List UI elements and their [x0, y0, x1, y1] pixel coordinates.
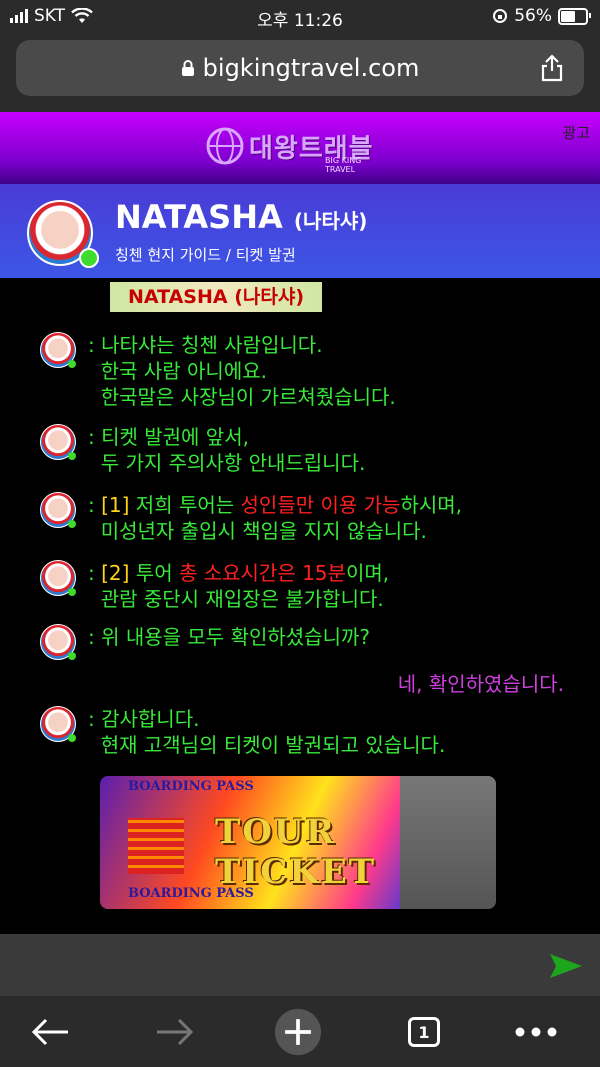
guide-name: NATASHA (나타샤)	[115, 198, 367, 236]
status-bar: SKT 오후 11:26 56%	[0, 0, 600, 34]
user-reply: 네, 확인하였습니다.	[397, 672, 564, 696]
orientation-lock-icon	[493, 9, 508, 23]
message-text: : [2] 투어 총 소요시간은 15분이며, 관람 중단시 재입장은 불가합니…	[88, 561, 390, 611]
tour-ticket-image[interactable]: BOARDING PASS TOUR TICKET BOARDING PASS	[100, 776, 496, 909]
online-status-dot	[68, 652, 76, 660]
logo-subtext: BIG KING TRAVEL	[325, 156, 362, 174]
more-dots-icon	[515, 1027, 557, 1037]
forward-arrow-icon	[157, 1018, 194, 1046]
guide-role: 칭첸 현지 가이드 / 티켓 발권	[115, 246, 296, 264]
message-text: : 나타샤는 칭첸 사람입니다. 한국 사람 아니에요. 한국말은 사장님이 가…	[88, 333, 396, 409]
name-image: NATASHA (나타샤)	[110, 282, 322, 312]
more-button[interactable]	[512, 1008, 560, 1056]
ticket-bottom-label: BOARDING PASS	[128, 886, 254, 901]
globe-icon	[206, 127, 244, 165]
share-icon[interactable]	[540, 54, 564, 82]
address-bar[interactable]: bigkingtravel.com	[16, 40, 584, 96]
back-arrow-icon	[31, 1018, 68, 1046]
ad-banner[interactable]: 대왕트래블 BIG KING TRAVEL 광고	[0, 112, 600, 184]
url-text: bigkingtravel.com	[202, 54, 420, 82]
online-status-dot	[68, 734, 76, 742]
guide-name-en: NATASHA	[115, 198, 283, 236]
lock-icon	[181, 60, 194, 76]
qr-code	[128, 818, 184, 874]
message-text: : 감사합니다. 현재 고객님의 티켓이 발권되고 있습니다.	[88, 707, 446, 757]
new-tab-button[interactable]	[274, 1008, 322, 1056]
ticket-stub	[400, 776, 496, 909]
online-status-dot	[68, 452, 76, 460]
tab-count: 1	[408, 1017, 440, 1047]
ticket-top-label: BOARDING PASS	[128, 779, 254, 794]
ad-label: 광고	[562, 124, 590, 142]
tabs-button[interactable]: 1	[400, 1008, 448, 1056]
online-status-dot	[68, 588, 76, 596]
message-text: : 위 내용을 모두 확인하셨습니까?	[88, 625, 370, 649]
forward-button[interactable]	[151, 1008, 199, 1056]
back-button[interactable]	[26, 1008, 74, 1056]
status-right: 56%	[492, 6, 591, 26]
browser-toolbar: 1	[0, 996, 600, 1067]
message-input-bar[interactable]	[0, 934, 600, 996]
message-text: : 티켓 발권에 앞서, 두 가지 주의사항 안내드립니다.	[88, 425, 366, 475]
online-status-dot	[79, 248, 99, 268]
guide-name-kr: (나타샤)	[293, 209, 368, 233]
message-text: : [1] 저희 투어는 성인들만 이용 가능하시며, 미성년자 출입시 책임을…	[88, 493, 463, 543]
send-icon[interactable]	[548, 952, 584, 980]
online-status-dot	[68, 520, 76, 528]
battery-icon	[558, 7, 591, 25]
online-status-dot	[68, 360, 76, 368]
browser-chrome: bigkingtravel.com	[0, 34, 600, 112]
chat-area[interactable]: NATASHA (나타샤) : 나타샤는 칭첸 사람입니다. 한국 사람 아니에…	[0, 278, 600, 934]
site-logo[interactable]: 대왕트래블 BIG KING TRAVEL	[205, 126, 374, 174]
plus-icon	[274, 1008, 322, 1056]
battery-percent: 56%	[514, 6, 552, 26]
